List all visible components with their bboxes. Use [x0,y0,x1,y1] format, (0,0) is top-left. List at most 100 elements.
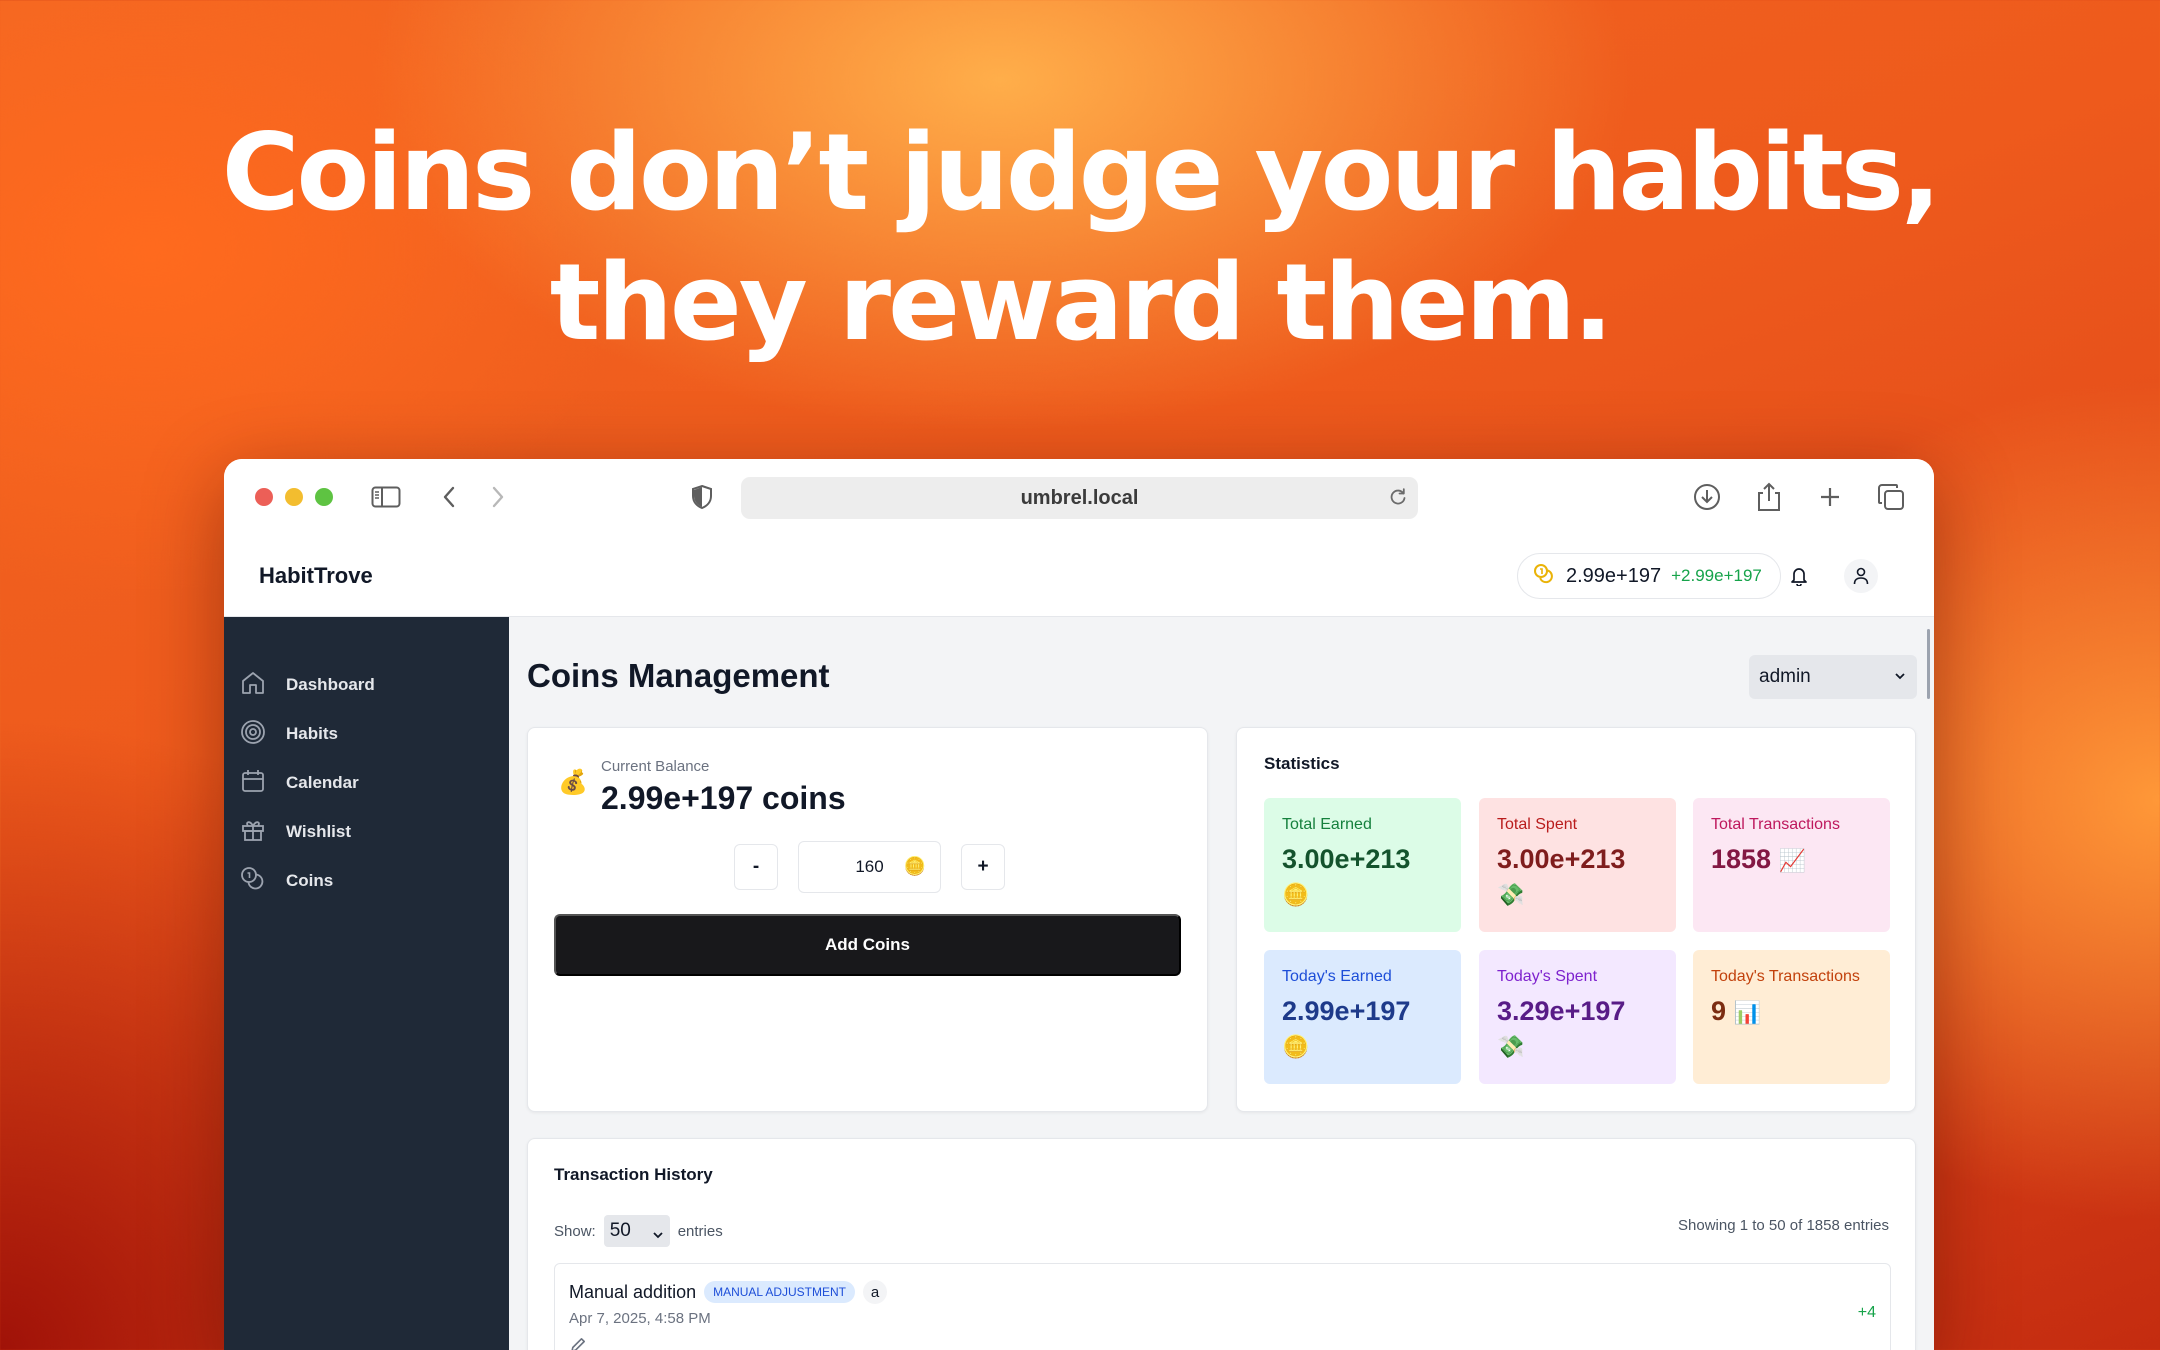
user-select-value: admin [1759,666,1811,687]
stat-value-text: 1858 [1711,844,1772,874]
stat-total-spent: Total Spent 3.00e+213 💸 [1479,798,1676,932]
stat-value: 3.00e+213 🪙 [1282,842,1443,912]
stat-value-text: 2.99e+197 [1282,996,1411,1026]
calendar-icon [240,768,266,799]
stat-value: 9 📊 [1711,994,1872,1030]
increment-button[interactable]: + [961,844,1005,890]
stat-value: 3.29e+197 💸 [1497,994,1658,1064]
balance-card: 💰 Current Balance 2.99e+197 coins - 160 … [527,727,1208,1112]
stat-label: Total Spent [1497,816,1578,833]
stat-emoji-icon: 💸 [1497,1034,1525,1059]
notification-bell-icon[interactable] [1782,559,1816,593]
money-bag-icon: 💰 [558,769,588,796]
header-balance-delta: +2.99e+197 [1671,566,1762,585]
close-window-button[interactable] [255,488,273,506]
user-select[interactable]: admin [1749,655,1917,699]
stat-emoji-icon: 💸 [1497,882,1525,907]
address-bar[interactable]: umbrel.local [741,477,1418,519]
stat-todays-spent: Today's Spent 3.29e+197 💸 [1479,950,1676,1084]
stat-total-transactions: Total Transactions 1858 📈 [1693,798,1890,932]
minimize-window-button[interactable] [285,488,303,506]
stat-label: Total Earned [1282,816,1372,833]
stat-emoji-icon: 🪙 [1282,1034,1310,1059]
page-size-select[interactable]: 50 [603,1215,670,1247]
target-icon [240,719,266,750]
sidebar-item-habits[interactable]: Habits [240,714,490,754]
transaction-description: Manual addition [569,1281,697,1302]
sidebar-item-label: Habits [286,724,338,743]
coins-icon [1532,562,1556,591]
transaction-date: Apr 7, 2025, 4:58 PM [569,1310,711,1327]
coin-amount-value: 160 [855,857,884,876]
download-icon[interactable] [1690,481,1724,513]
main-content: Coins Management admin 💰 Current Balance… [509,617,1934,1350]
stat-label: Today's Spent [1497,968,1598,985]
chevron-down-icon [652,1225,664,1247]
entries-count: Showing 1 to 50 of 1858 entries [1678,1217,1889,1234]
app-logo-text[interactable]: HabitTrove [259,563,373,589]
sidebar-item-wishlist[interactable]: Wishlist [240,812,490,852]
balance-value: 2.99e+197 coins [601,780,846,816]
home-icon [240,670,266,701]
coins-icon [240,866,266,897]
coin-amount-input[interactable]: 160 🪙 [798,841,941,893]
sidebar-toggle-icon[interactable] [369,481,403,513]
sidebar-item-label: Calendar [286,773,359,792]
stat-total-earned: Total Earned 3.00e+213 🪙 [1264,798,1461,932]
transaction-header: Manual addition MANUAL ADJUSTMENT a [569,1280,887,1304]
stat-emoji-icon: 📈 [1778,848,1806,873]
url-text: umbrel.local [1020,486,1139,509]
share-icon[interactable] [1752,481,1786,513]
headline-line-2: they reward them. [549,241,1613,364]
stat-value: 1858 📈 [1711,842,1872,878]
stat-emoji-icon: 🪙 [1282,882,1310,907]
transaction-row: Manual addition MANUAL ADJUSTMENT a Apr … [554,1263,1891,1350]
user-avatar-icon[interactable] [1844,559,1878,593]
sidebar-item-label: Coins [286,871,334,890]
stat-value-text: 3.00e+213 [1282,844,1411,874]
stat-todays-transactions: Today's Transactions 9 📊 [1693,950,1890,1084]
add-coins-button[interactable]: Add Coins [554,914,1181,976]
transaction-history-title: Transaction History [554,1165,713,1184]
page-size-control: Show: 50 entries [554,1215,723,1247]
coin-icon: 🪙 [903,856,926,876]
page-title: Coins Management [527,657,830,694]
new-tab-icon[interactable] [1813,481,1847,513]
transaction-amount: +4 [1857,1304,1876,1321]
stat-label: Total Transactions [1711,816,1840,833]
transaction-type-badge: MANUAL ADJUSTMENT [704,1281,855,1303]
entries-label: entries [677,1222,723,1240]
reload-icon[interactable] [1388,487,1408,513]
transaction-user-avatar: a [863,1280,887,1304]
stat-todays-earned: Today's Earned 2.99e+197 🪙 [1264,950,1461,1084]
page-size-value: 50 [609,1220,631,1241]
browser-window: umbrel.local HabitTrove 2.99e+197 +2.99e… [224,459,1934,1350]
hero-headline: Coins don’t judge your habits, they rewa… [0,108,2160,368]
chevron-down-icon [1893,667,1907,689]
statistics-card: Statistics Total Earned 3.00e+213 🪙 Total … [1236,727,1916,1112]
tab-overview-icon[interactable] [1874,481,1908,513]
stat-value: 2.99e+197 🪙 [1282,994,1443,1064]
balance-label: Current Balance [601,758,710,775]
app-header: HabitTrove 2.99e+197 +2.99e+197 [224,535,1934,617]
forward-arrow-icon[interactable] [481,481,515,513]
headline-line-1: Coins don’t judge your habits, [221,111,1942,234]
sidebar-item-label: Dashboard [286,675,375,694]
privacy-shield-icon[interactable] [685,481,719,513]
edit-pencil-icon[interactable] [569,1336,587,1350]
back-arrow-icon[interactable] [432,481,466,513]
sidebar-item-dashboard[interactable]: Dashboard [240,665,490,705]
decrement-button[interactable]: - [734,844,778,890]
scrollbar[interactable] [1927,629,1930,699]
stat-emoji-icon: 📊 [1733,1000,1761,1025]
stat-value-text: 3.00e+213 [1497,844,1626,874]
transaction-history-card: Transaction History Show: 50 entries Sho… [527,1138,1916,1350]
coin-balance-pill[interactable]: 2.99e+197 +2.99e+197 [1517,553,1781,599]
sidebar-item-label: Wishlist [286,822,352,841]
header-balance-value: 2.99e+197 [1566,564,1662,587]
sidebar-item-calendar[interactable]: Calendar [240,763,490,803]
sidebar-nav: Dashboard Habits Calendar Wishlist Coins [224,617,509,1350]
maximize-window-button[interactable] [315,488,333,506]
sidebar-item-coins[interactable]: Coins [240,861,490,901]
gift-icon [240,817,266,848]
